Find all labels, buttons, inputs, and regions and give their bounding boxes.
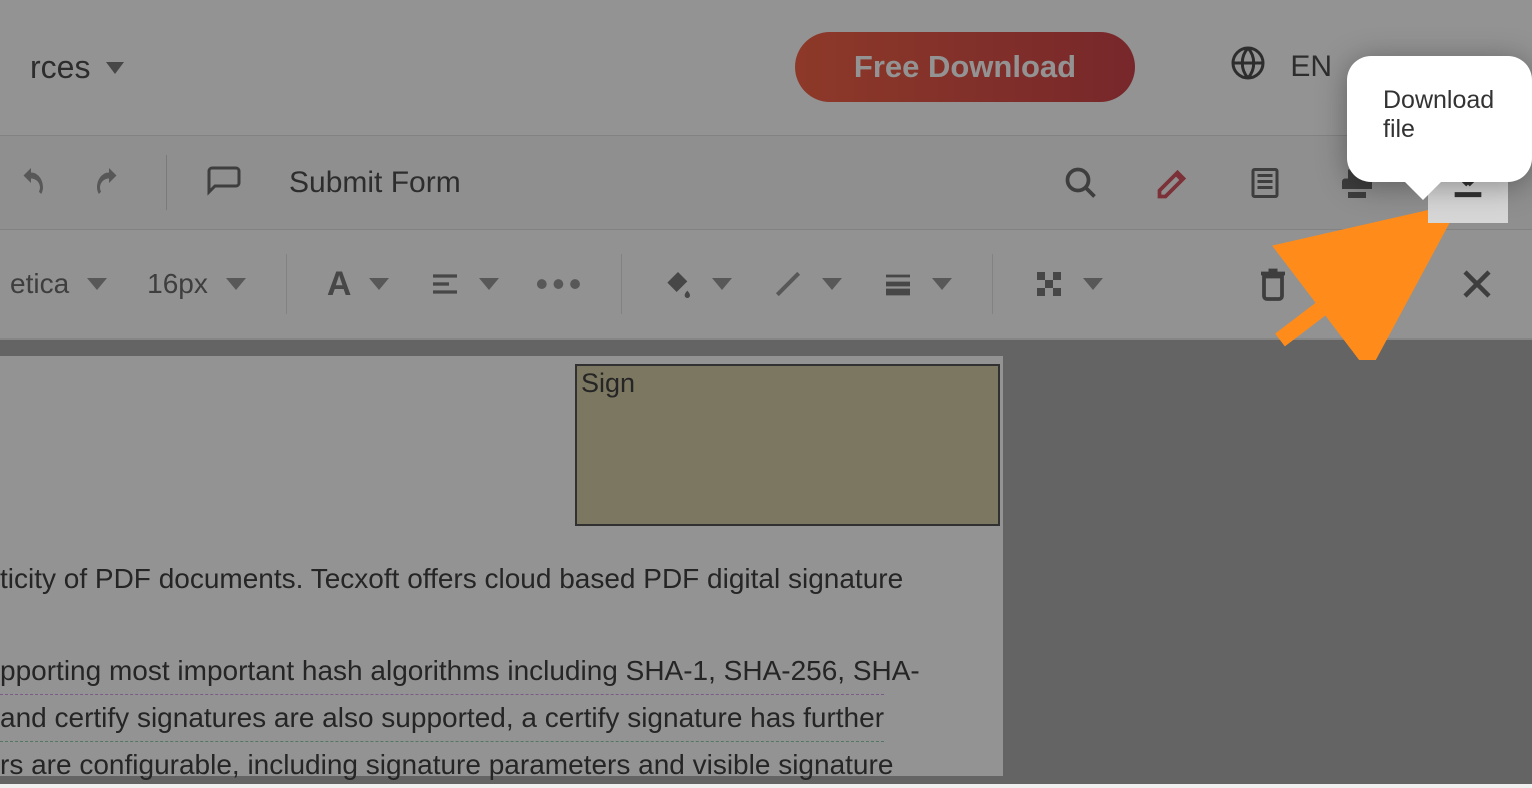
line-icon [772, 268, 804, 300]
submit-form-button[interactable]: Submit Form [289, 166, 461, 200]
text-line-empty [0, 602, 920, 648]
toolbar-divider [621, 254, 622, 314]
main-toolbar: Submit Form [0, 135, 1532, 230]
delete-button[interactable] [1252, 263, 1294, 305]
chevron-down-icon [479, 278, 499, 290]
tooltip-text: Download file [1383, 86, 1494, 143]
text-line: pporting most important hash algorithms … [0, 648, 920, 694]
line-weight-button[interactable] [882, 268, 952, 300]
line-style-button[interactable] [772, 268, 842, 300]
free-download-label: Free Download [854, 49, 1076, 85]
formatting-right-group [1252, 263, 1498, 305]
document-page: Sign ticity of PDF documents. Tecxoft of… [0, 356, 1003, 776]
panel-toggle-button[interactable] [1354, 263, 1396, 305]
chevron-down-icon [226, 278, 246, 290]
download-tooltip: Download file [1347, 56, 1532, 182]
document-body-text: ticity of PDF documents. Tecxoft offers … [0, 556, 920, 788]
language-label: EN [1290, 50, 1332, 84]
text-color-button[interactable]: A [327, 265, 390, 304]
fill-color-button[interactable] [662, 268, 732, 300]
comment-button[interactable] [203, 162, 245, 204]
globe-icon [1230, 45, 1266, 89]
close-button[interactable] [1456, 263, 1498, 305]
align-button[interactable] [429, 268, 499, 300]
chevron-down-icon [106, 62, 124, 74]
chevron-down-icon [932, 278, 952, 290]
undo-button[interactable] [10, 162, 52, 204]
chevron-down-icon [712, 278, 732, 290]
edit-button[interactable] [1152, 162, 1194, 204]
line-weight-icon [882, 268, 914, 300]
page-view-button[interactable] [1244, 162, 1286, 204]
toolbar-divider [992, 254, 993, 314]
font-size-label: 16px [147, 268, 208, 300]
formatting-toolbar: etica 16px A ••• [0, 230, 1532, 340]
more-button[interactable]: ••• [539, 263, 581, 305]
font-size-dropdown[interactable]: 16px [147, 268, 246, 300]
text-color-icon: A [327, 265, 352, 304]
search-button[interactable] [1060, 162, 1102, 204]
chevron-down-icon [369, 278, 389, 290]
opacity-button[interactable] [1033, 268, 1103, 300]
signature-field[interactable]: Sign [575, 364, 1000, 526]
signature-label: Sign [581, 368, 635, 398]
redo-button[interactable] [88, 162, 130, 204]
nav-label: rces [30, 49, 90, 86]
paint-bucket-icon [662, 268, 694, 300]
toolbar-divider [166, 155, 167, 210]
chevron-down-icon [822, 278, 842, 290]
free-download-button[interactable]: Free Download [795, 32, 1135, 102]
align-icon [429, 268, 461, 300]
toolbar-divider [286, 254, 287, 314]
chevron-down-icon [1083, 278, 1103, 290]
language-switcher[interactable]: EN [1230, 45, 1332, 89]
text-line: ticity of PDF documents. Tecxoft offers … [0, 556, 920, 602]
text-line: rs are configurable, including signature… [0, 742, 920, 788]
text-line-highlighted: and certify signatures are also supporte… [0, 694, 920, 742]
document-viewport[interactable]: Sign ticity of PDF documents. Tecxoft of… [0, 340, 1532, 784]
nav-dropdown-resources[interactable]: rces [30, 49, 124, 86]
checkerboard-icon [1033, 268, 1065, 300]
chevron-down-icon [87, 278, 107, 290]
font-name-dropdown[interactable]: etica [10, 268, 107, 300]
header-bar: rces Free Download EN [0, 0, 1532, 135]
font-name-label: etica [10, 268, 69, 300]
